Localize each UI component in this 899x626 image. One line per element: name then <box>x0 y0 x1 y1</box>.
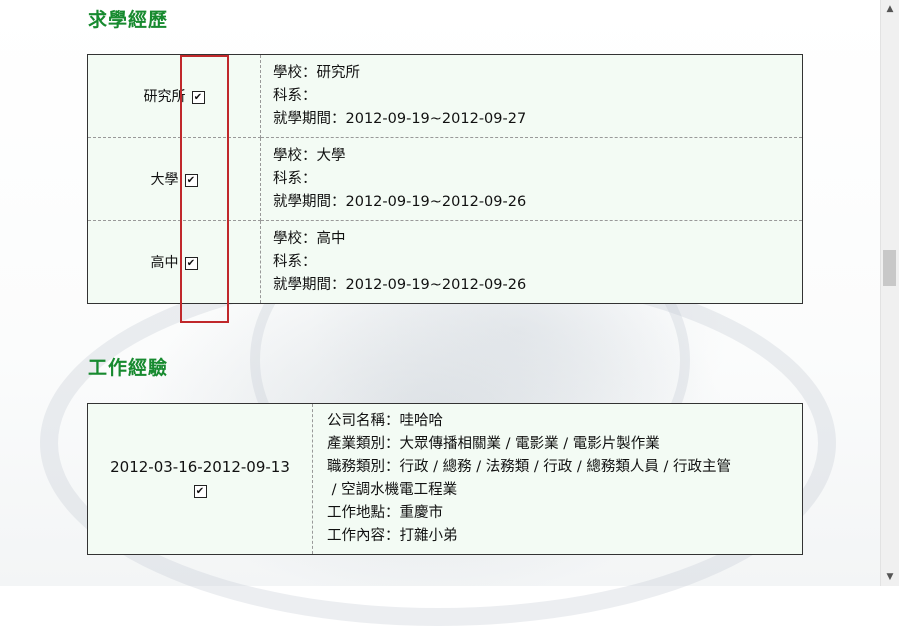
company-text: 公司名稱：哇哈哈 <box>327 413 443 429</box>
education-level-label: 大學 <box>150 172 179 188</box>
education-level-label: 高中 <box>150 255 179 271</box>
work-table: 2012-03-16-2012-09-13 ✔ 公司名稱：哇哈哈 產業類別：大眾… <box>87 403 803 555</box>
work-checkbox[interactable]: ✔ <box>193 485 207 498</box>
work-period-text: 2012-03-16-2012-09-13 <box>110 458 290 476</box>
job-category-text: 職務類別：行政 / 總務 / 法務類 / 行政 / 總務類人員 / 行政主管 <box>327 459 732 475</box>
study-period-text: 就學期間：2012-09-19~2012-09-26 <box>273 193 527 210</box>
scroll-down-icon[interactable]: ▼ <box>881 568 899 586</box>
study-period-text: 就學期間：2012-09-19~2012-09-27 <box>273 110 527 127</box>
vertical-scrollbar[interactable]: ▲ ▼ <box>880 0 899 586</box>
education-level-cell: 大學 ✔ <box>87 137 261 221</box>
department-text: 科系： <box>273 253 317 270</box>
checkbox-column-highlight <box>180 55 229 323</box>
school-text: 學校：大學 <box>273 147 346 164</box>
industry-text: 產業類別：大眾傳播相關業 / 電影業 / 電影片製作業 <box>327 436 660 452</box>
education-section-title: 求學經歷 <box>88 9 169 31</box>
study-period-text: 就學期間：2012-09-19~2012-09-26 <box>273 276 527 293</box>
work-section-title: 工作經驗 <box>88 357 169 379</box>
education-level-cell: 研究所 ✔ <box>87 54 261 138</box>
scrollbar-thumb[interactable] <box>883 250 896 286</box>
department-text: 科系： <box>273 87 317 104</box>
work-row: 2012-03-16-2012-09-13 ✔ 公司名稱：哇哈哈 產業類別：大眾… <box>87 403 803 555</box>
work-detail-cell: 公司名稱：哇哈哈 產業類別：大眾傳播相關業 / 電影業 / 電影片製作業 職務類… <box>313 404 803 555</box>
school-text: 學校：高中 <box>273 230 346 247</box>
job-category-continued-text: / 空調水機電工程業 <box>327 482 458 498</box>
education-detail-cell: 學校：研究所 科系： 就學期間：2012-09-19~2012-09-27 <box>260 54 803 138</box>
department-text: 科系： <box>273 170 317 187</box>
work-location-text: 工作地點：重慶市 <box>327 505 443 521</box>
work-period-cell: 2012-03-16-2012-09-13 ✔ <box>87 403 313 555</box>
scroll-up-icon[interactable]: ▲ <box>881 0 899 18</box>
work-content-text: 工作內容：打雜小弟 <box>327 528 458 544</box>
education-detail-cell: 學校：大學 科系： 就學期間：2012-09-19~2012-09-26 <box>260 137 803 221</box>
education-level-cell: 高中 ✔ <box>87 220 261 304</box>
education-detail-cell: 學校：高中 科系： 就學期間：2012-09-19~2012-09-26 <box>261 221 803 304</box>
school-text: 學校：研究所 <box>273 64 360 81</box>
